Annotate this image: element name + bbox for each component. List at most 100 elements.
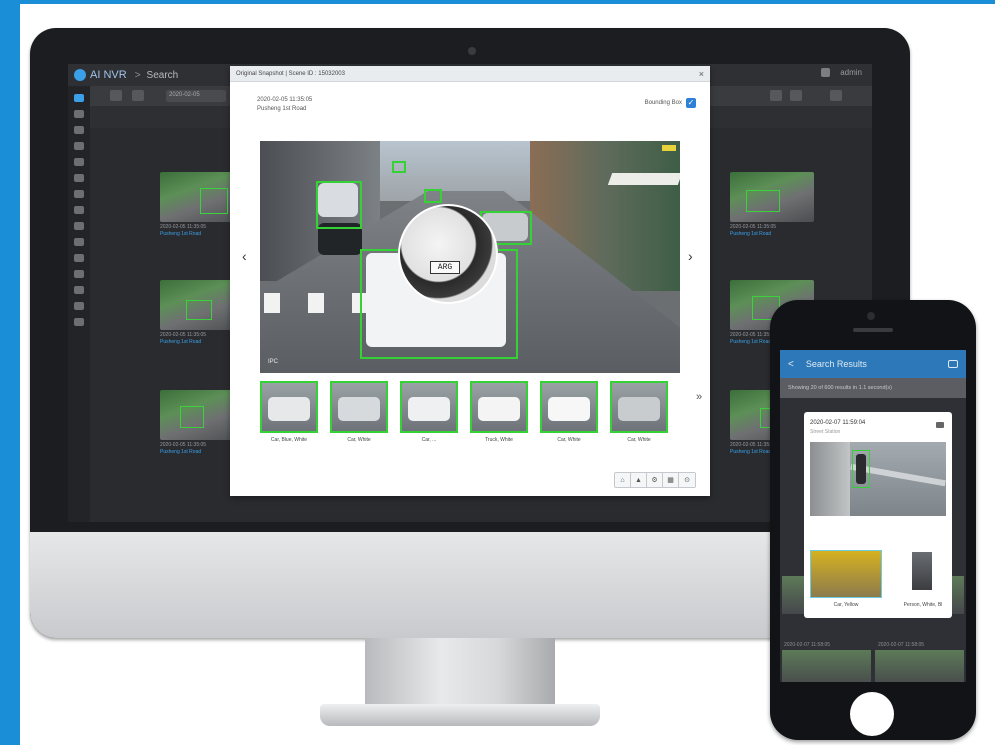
playback-icon[interactable] (74, 126, 84, 134)
object-thumbnail[interactable] (330, 381, 388, 433)
user-icon[interactable] (74, 302, 84, 310)
date-field[interactable]: 2020-02-05 (166, 90, 226, 102)
close-icon[interactable] (74, 206, 84, 214)
bounding-box (180, 406, 204, 428)
thumbnail-vehicle (268, 397, 310, 421)
phone-title: Search Results (805, 359, 867, 369)
person-icon[interactable]: ▲ (631, 473, 647, 487)
back-icon[interactable]: < (788, 359, 794, 370)
bounding-box (746, 190, 780, 212)
expand-thumbnails-icon[interactable]: » (696, 391, 702, 403)
thumbnail-vehicle (338, 397, 380, 421)
scene-wall (810, 442, 850, 516)
result-thumbnail[interactable] (782, 650, 871, 682)
list-view-icon[interactable] (790, 90, 802, 101)
bounding-box (186, 300, 212, 320)
back-icon[interactable] (110, 90, 122, 101)
result-tile[interactable] (730, 172, 814, 222)
dialog-title: Original Snapshot | Scene ID : 15032003 (236, 70, 345, 77)
object-thumbnail[interactable] (912, 552, 932, 590)
grid-view-icon[interactable] (770, 90, 782, 101)
bounding-box-checkbox[interactable]: ✓ (686, 98, 696, 108)
event-icon[interactable] (74, 142, 84, 150)
alarm-icon[interactable] (74, 190, 84, 198)
side-navigation (68, 86, 90, 522)
previous-snapshot-button[interactable]: ‹ (242, 248, 247, 264)
next-snapshot-button[interactable]: › (688, 248, 693, 264)
product-showcase: AI NVR > Search admin 2020-02-05 2020-02… (20, 4, 995, 745)
monitor-icon[interactable] (74, 270, 84, 278)
thumbnail-vehicle (548, 397, 590, 421)
phone-screen: < Search Results Showing 20 of 600 resul… (780, 350, 966, 682)
crosswalk-stripe (308, 293, 324, 313)
object-thumbnail[interactable] (470, 381, 528, 433)
bounding-box (852, 450, 870, 488)
bounding-box-label: Bounding Box (644, 100, 682, 106)
location-icon[interactable]: ⊙ (679, 473, 695, 487)
more-icon[interactable] (830, 90, 842, 101)
vehicle-icon[interactable]: ▦ (663, 473, 679, 487)
tile-caption: 2020-02-05 11:35:05 Pusheng 1st Road (730, 224, 814, 238)
scene-awning (607, 173, 680, 185)
breadcrumb-page[interactable]: Search (147, 70, 179, 81)
object-thumbnails: Car, Blue, White Car, White Car, ... Tru… (260, 381, 680, 451)
home-icon[interactable]: ⌂ (615, 473, 631, 487)
user-menu[interactable]: admin (840, 68, 862, 77)
thumbnail-label: Car, White (627, 437, 651, 443)
tools-icon[interactable] (74, 158, 84, 166)
results-row (780, 650, 966, 682)
object-thumbnail[interactable] (260, 381, 318, 433)
results-summary: Showing 20 of 600 results in 1.1 second(… (780, 378, 966, 398)
thumbnail-label: Person, White, Bl (903, 602, 943, 608)
share-icon[interactable] (948, 360, 958, 368)
camera-icon[interactable] (74, 110, 84, 118)
bounding-box (392, 161, 406, 173)
card-snapshot[interactable] (810, 442, 946, 516)
thumbnail-label: Car, Yellow (833, 602, 859, 608)
wrench-icon[interactable] (74, 318, 84, 326)
thumbnail-vehicle (408, 397, 450, 421)
monitor-base (320, 704, 600, 726)
storage-icon[interactable] (74, 222, 84, 230)
result-caption: 2020-02-07 11:58:05 (784, 642, 831, 648)
bounding-box-toggle[interactable]: Bounding Box ✓ (645, 98, 696, 108)
magnifier-lens (398, 204, 498, 304)
object-thumbnail[interactable] (540, 381, 598, 433)
card-timestamp: 2020-02-07 11:59:04 (810, 420, 866, 426)
phone-speaker (853, 328, 893, 332)
network-icon[interactable] (74, 238, 84, 246)
lock-icon[interactable] (132, 90, 144, 101)
snapshot-location: Pusheng 1st Road (257, 106, 307, 112)
object-thumbnail[interactable] (400, 381, 458, 433)
search-icon[interactable] (74, 94, 84, 102)
dialog-actions: ⌂ ▲ ⚙ ▦ ⊙ (614, 472, 696, 488)
object-thumbnail[interactable] (810, 550, 882, 598)
thumbnail-label: Car, ... (421, 437, 437, 443)
thumbnail-label: Car, White (347, 437, 371, 443)
link-icon[interactable] (74, 286, 84, 294)
snapshot-badge (662, 145, 676, 151)
settings-icon[interactable] (74, 174, 84, 182)
phone-device: < Search Results Showing 20 of 600 resul… (770, 300, 976, 740)
result-thumbnail[interactable] (875, 650, 964, 682)
monitor-stand (365, 638, 555, 710)
app-logo-icon (74, 69, 86, 81)
thumbnail-vehicle (618, 397, 660, 421)
tile-location[interactable]: Pusheng 1st Road (730, 231, 814, 238)
thumbnail-vehicle (478, 397, 520, 421)
monitor-camera (468, 47, 476, 55)
thumbnail-label: Car, Blue, White (270, 437, 308, 443)
object-thumbnail[interactable] (610, 381, 668, 433)
thumbnail-label: Truck, White (485, 437, 513, 443)
result-detail-card[interactable]: 2020-02-07 11:59:04 Street Station Car, … (804, 412, 952, 618)
close-icon[interactable]: × (699, 69, 704, 79)
settings-icon[interactable]: ⚙ (647, 473, 663, 487)
file-icon[interactable] (74, 254, 84, 262)
card-location: Street Station (810, 429, 841, 435)
phone-header: < Search Results (780, 350, 966, 378)
notification-icon[interactable] (821, 68, 831, 77)
phone-home-button[interactable] (850, 692, 894, 736)
video-icon[interactable] (936, 422, 944, 428)
bounding-box (424, 189, 442, 203)
tile-date: 2020-02-05 11:35:05 (730, 224, 777, 230)
